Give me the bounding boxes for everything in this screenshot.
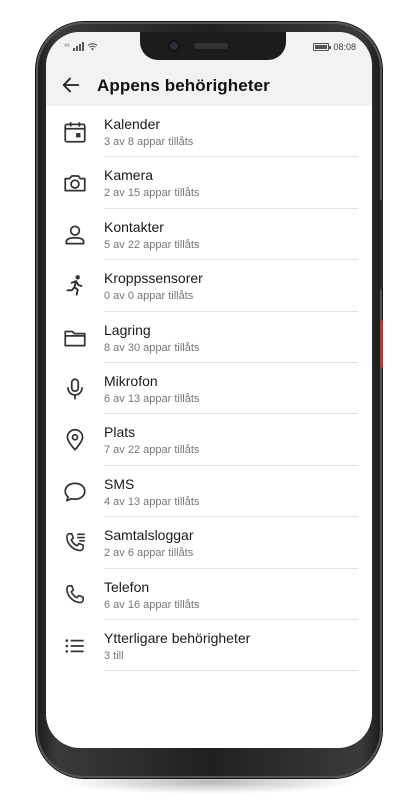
calendar-icon	[62, 119, 88, 145]
front-camera	[168, 40, 180, 52]
permission-item-kamera[interactable]: Kamera 2 av 15 appar tillåts	[46, 157, 372, 209]
app-bar: Appens behörigheter	[46, 64, 372, 106]
list-icon	[62, 633, 88, 659]
battery-icon	[313, 43, 332, 51]
permission-item-kroppssensorer[interactable]: Kroppssensorer 0 av 0 appar tillåts	[46, 260, 372, 312]
permission-item-kalender[interactable]: Kalender 3 av 8 appar tillåts	[46, 106, 372, 158]
signal-indicator: ⁴⁶	[64, 42, 98, 51]
permission-item-sms[interactable]: SMS 4 av 13 appar tillåts	[46, 466, 372, 518]
permission-item-kontakter[interactable]: Kontakter 5 av 22 appar tillåts	[46, 209, 372, 261]
status-time: 08:08	[333, 42, 356, 52]
permission-label: Kalender	[104, 116, 161, 132]
permission-label: Lagring	[104, 321, 151, 338]
phone-screen: ⁴⁶ 08:08 Appens behörigheter Kalender 3 …	[46, 32, 372, 748]
permission-list: Kalender 3 av 8 appar tillåts Kamera 2 a…	[46, 106, 372, 672]
permission-subtitle: 2 av 15 appar tillåts	[104, 187, 200, 200]
permission-subtitle: 6 av 13 appar tillåts	[104, 392, 200, 405]
divider	[104, 670, 358, 672]
status-right: 08:08	[313, 42, 356, 52]
power-button	[380, 320, 383, 368]
permission-label: Kroppssensorer	[104, 270, 203, 287]
permission-subtitle: 5 av 22 appar tillåts	[104, 238, 200, 251]
permission-label: Telefon	[104, 578, 150, 595]
status-bar: ⁴⁶ 08:08	[46, 32, 372, 64]
permission-item-telefon[interactable]: Telefon 6 av 16 appar tillåts	[46, 569, 372, 620]
call-log-icon	[62, 530, 88, 556]
folder-icon	[62, 325, 88, 351]
permission-item-samtalsloggar[interactable]: Samtalsloggar 2 av 6 appar tillåts	[46, 517, 372, 569]
permission-label: Kontakter	[104, 218, 164, 235]
permission-subtitle: 8 av 30 appar tillåts	[104, 341, 200, 354]
volume-button	[380, 200, 383, 290]
permission-subtitle: 6 av 16 appar tillåts	[104, 598, 200, 611]
running-icon	[62, 273, 88, 299]
page-title: Appens behörigheter	[97, 76, 270, 95]
permission-subtitle: 3 till	[104, 649, 124, 662]
microphone-icon	[62, 376, 88, 402]
permission-item-mikrofon[interactable]: Mikrofon 6 av 13 appar tillåts	[46, 363, 372, 415]
permission-item-ytterligare[interactable]: Ytterligare behörigheter 3 till	[46, 620, 372, 672]
permission-subtitle: 3 av 8 appar tillåts	[104, 136, 194, 148]
permission-label: Samtalsloggar	[104, 527, 194, 544]
permission-item-plats[interactable]: Plats 7 av 22 appar tillåts	[46, 414, 372, 466]
permission-label: Kamera	[104, 167, 154, 184]
location-pin-icon	[62, 427, 88, 453]
camera-icon	[62, 170, 88, 196]
signal-bars-icon	[72, 42, 84, 51]
person-icon	[62, 222, 88, 248]
chat-bubble-icon	[62, 479, 88, 505]
arrow-left-icon[interactable]	[60, 74, 82, 96]
phone-icon	[62, 582, 88, 608]
earpiece-speaker	[194, 43, 228, 49]
permission-subtitle: 0 av 0 appar tillåts	[104, 290, 194, 303]
permission-subtitle: 7 av 22 appar tillåts	[104, 444, 200, 457]
permission-label: Mikrofon	[104, 372, 158, 389]
wifi-icon	[87, 43, 98, 51]
permission-subtitle: 2 av 6 appar tillåts	[104, 547, 194, 560]
signal-label: ⁴⁶	[64, 43, 70, 50]
permission-subtitle: 4 av 13 appar tillåts	[104, 495, 200, 508]
permission-label: Plats	[104, 424, 136, 441]
permission-label: Ytterligare behörigheter	[104, 629, 251, 646]
permission-item-lagring[interactable]: Lagring 8 av 30 appar tillåts	[46, 312, 372, 363]
permission-label: SMS	[104, 475, 135, 492]
